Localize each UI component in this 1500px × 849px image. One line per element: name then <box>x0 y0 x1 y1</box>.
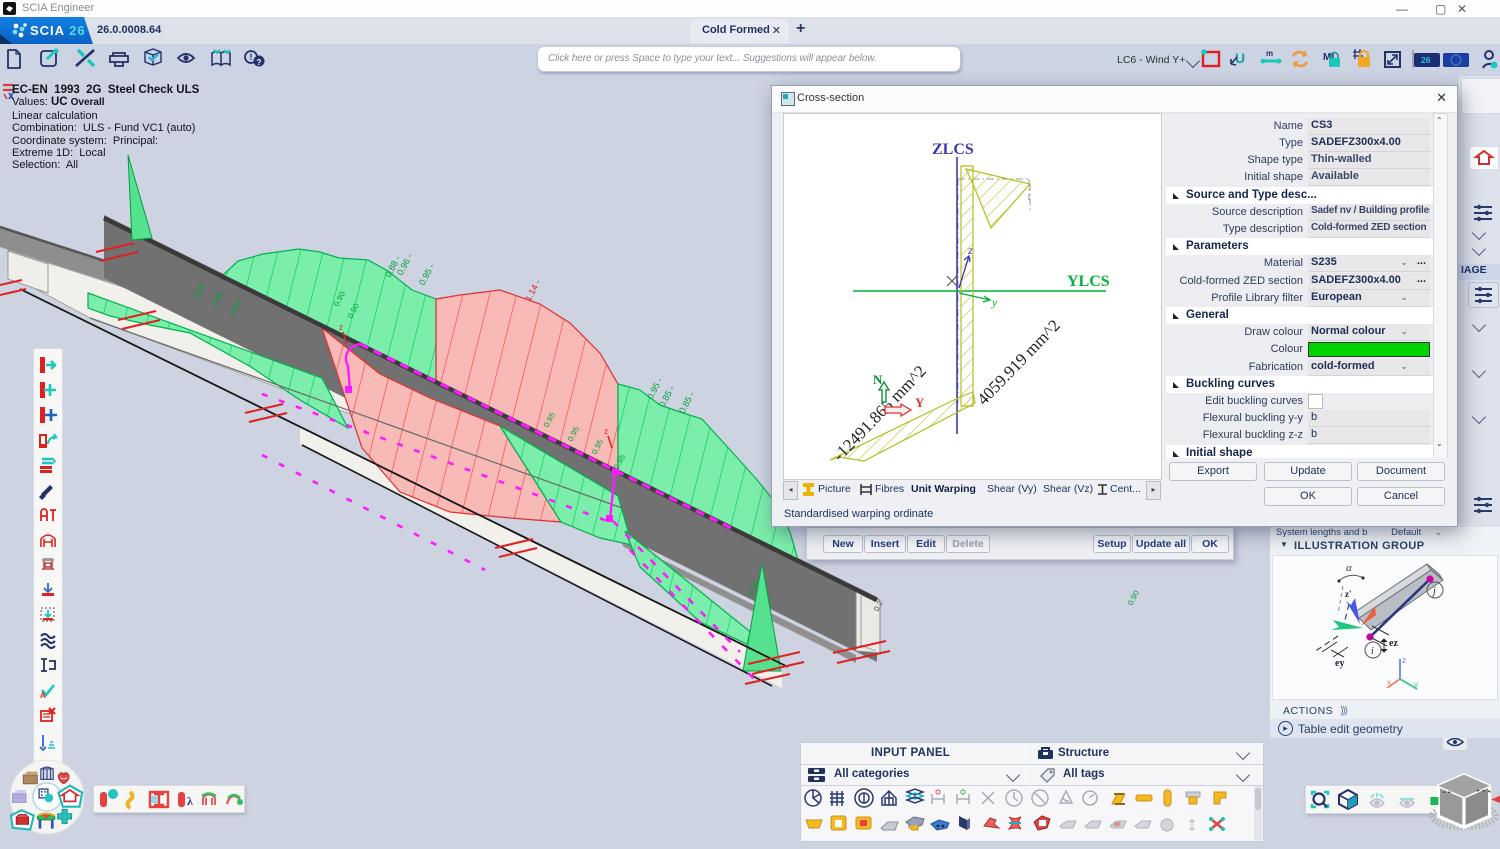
svg-text:x: x <box>1387 678 1391 687</box>
svg-text:z: z <box>1402 656 1406 665</box>
svg-text:A: A <box>40 691 46 700</box>
svg-text:0.90: 0.90 <box>1126 588 1142 606</box>
svg-text:?: ? <box>257 58 262 67</box>
svg-text:ez: ez <box>1389 638 1398 649</box>
svg-text:0.95 -: 0.95 - <box>417 262 437 287</box>
svg-text:ey: ey <box>1335 658 1344 669</box>
svg-text:!: ! <box>250 52 253 62</box>
svg-text:i: i <box>1371 646 1374 657</box>
svg-text:m: m <box>1266 49 1273 58</box>
svg-text:0.85 -: 0.85 - <box>677 390 697 415</box>
svg-text:z: z <box>604 427 608 436</box>
svg-text:1.14 -: 1.14 - <box>523 278 543 303</box>
svg-text:λ: λ <box>187 794 193 808</box>
svg-text:z: z <box>339 323 343 332</box>
svg-text:α: α <box>1346 562 1352 574</box>
svg-text:y: y <box>1414 680 1418 689</box>
svg-text:26: 26 <box>1421 55 1431 65</box>
svg-text:z': z' <box>1345 589 1352 599</box>
